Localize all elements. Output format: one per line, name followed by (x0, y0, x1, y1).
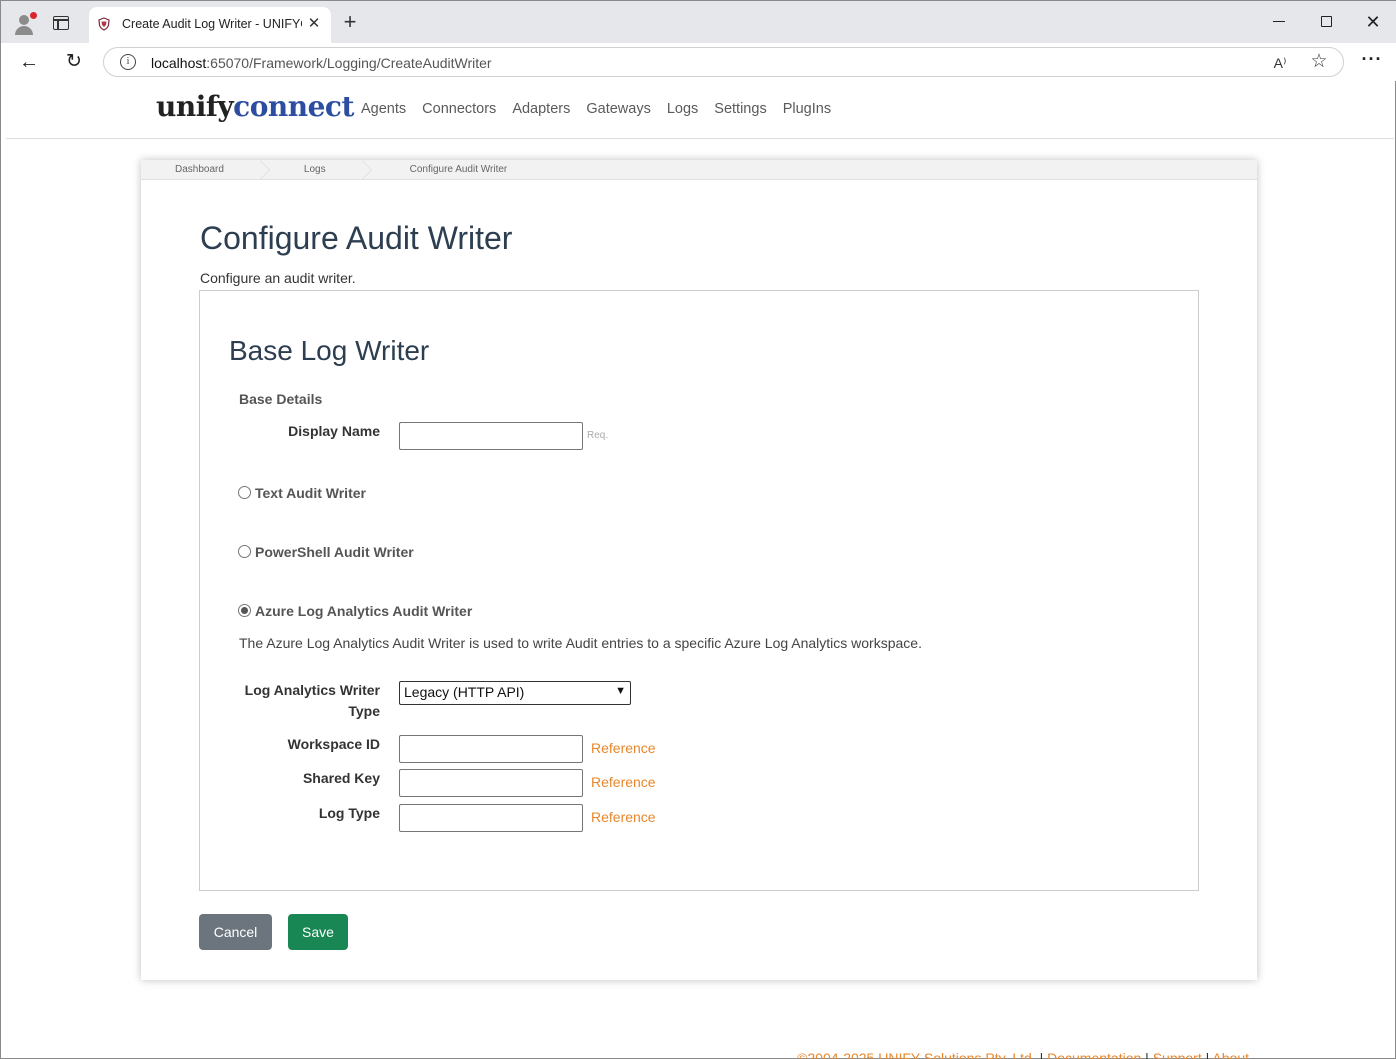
maximize-icon[interactable] (1321, 16, 1332, 27)
log-type-input[interactable] (399, 804, 583, 832)
tab-title: Create Audit Log Writer - UNIFYC (122, 17, 302, 31)
browser-window: Create Audit Log Writer - UNIFYC ✕ + ✕ ←… (0, 0, 1396, 1059)
workspace-id-input[interactable] (399, 735, 583, 763)
notification-dot-icon (30, 12, 37, 19)
breadcrumb-logs[interactable]: Logs (270, 160, 326, 179)
content-area: Dashboard Logs Configure Audit Writer Co… (6, 140, 1394, 1059)
nav-gateways[interactable]: Gateways (586, 101, 650, 117)
page-footer: ©2004-2025 UNIFY Solutions Pty. Ltd. | D… (797, 1050, 1249, 1059)
browser-tab-active[interactable]: Create Audit Log Writer - UNIFYC ✕ (89, 7, 331, 43)
breadcrumb-separator-icon (360, 160, 372, 180)
nav-connectors[interactable]: Connectors (422, 101, 496, 117)
workspace-id-reference-link[interactable]: Reference (591, 740, 656, 756)
unifyconnect-logo[interactable]: unifyconnect (156, 90, 354, 123)
site-info-icon[interactable]: i (120, 54, 136, 70)
main-nav: Agents Connectors Adapters Gateways Logs… (361, 101, 847, 117)
address-url[interactable]: localhost:65070/Framework/Logging/Create… (151, 55, 492, 71)
tab-actions-icon[interactable] (53, 16, 69, 30)
favorite-star-icon[interactable]: ☆ (1309, 52, 1329, 72)
main-card: Dashboard Logs Configure Audit Writer Co… (141, 160, 1257, 980)
shared-key-reference-link[interactable]: Reference (591, 774, 656, 790)
cancel-button[interactable]: Cancel (199, 914, 272, 950)
nav-agents[interactable]: Agents (361, 101, 406, 117)
tab-close-icon[interactable]: ✕ (305, 15, 323, 33)
page-subtitle: Configure an audit writer. (200, 270, 356, 286)
required-hint: Req. (587, 430, 609, 441)
radio-text-writer[interactable]: Text Audit Writer (238, 485, 366, 501)
breadcrumb: Dashboard Logs Configure Audit Writer (141, 160, 1257, 180)
writer-form: Base Log Writer Base Details Display Nam… (199, 290, 1199, 891)
display-name-input[interactable] (399, 422, 583, 450)
profile-icon[interactable] (11, 10, 37, 36)
radio-button-checked[interactable] (238, 603, 251, 617)
nav-plugins[interactable]: PlugIns (783, 101, 831, 117)
nav-settings[interactable]: Settings (714, 101, 766, 117)
browser-titlebar: Create Audit Log Writer - UNIFYC ✕ + ✕ (1, 1, 1396, 43)
breadcrumb-dashboard[interactable]: Dashboard (141, 160, 224, 179)
documentation-link[interactable]: Documentation (1047, 1050, 1141, 1059)
radio-button[interactable] (238, 544, 251, 558)
nav-logs[interactable]: Logs (667, 101, 698, 117)
copyright-text: ©2004-2025 UNIFY Solutions Pty. Ltd. (797, 1050, 1036, 1059)
group-label: Base Details (239, 391, 323, 407)
about-link[interactable]: About (1212, 1050, 1249, 1059)
writer-type-label: Log Analytics Writer Type (244, 682, 380, 719)
section-title: Base Log Writer (229, 335, 430, 366)
display-name-label: Display Name (288, 423, 380, 439)
footer-separator: | (1039, 1050, 1044, 1059)
writer-type-select[interactable]: Legacy (HTTP API) ▼ (399, 681, 631, 705)
radio-azure-writer[interactable]: Azure Log Analytics Audit Writer (238, 603, 472, 619)
support-link[interactable]: Support (1153, 1050, 1202, 1059)
nav-adapters[interactable]: Adapters (512, 101, 570, 117)
refresh-icon[interactable]: ↻ (63, 51, 85, 73)
log-type-label: Log Type (318, 805, 380, 821)
read-aloud-icon[interactable]: A⁾ (1270, 54, 1290, 72)
log-type-reference-link[interactable]: Reference (591, 809, 656, 825)
window-close-icon[interactable]: ✕ (1363, 10, 1383, 34)
breadcrumb-separator-icon (258, 160, 270, 180)
writer-type-selected: Legacy (HTTP API) (404, 684, 525, 700)
breadcrumb-current: Configure Audit Writer (409, 164, 508, 175)
address-bar[interactable]: i localhost:65070/Framework/Logging/Crea… (103, 47, 1344, 77)
page-viewport: unifyconnect Agents Connectors Adapters … (6, 81, 1394, 1059)
footer-separator: | (1145, 1050, 1149, 1059)
radio-button[interactable] (238, 485, 251, 499)
chevron-down-icon: ▼ (615, 685, 626, 697)
site-navbar: unifyconnect Agents Connectors Adapters … (6, 81, 1394, 139)
writer-description: The Azure Log Analytics Audit Writer is … (239, 635, 922, 651)
footer-separator: | (1205, 1050, 1210, 1059)
workspace-id-label: Workspace ID (287, 736, 380, 752)
minimize-icon[interactable] (1273, 21, 1285, 23)
new-tab-icon[interactable]: + (340, 11, 360, 33)
browser-toolbar: ← ↻ i localhost:65070/Framework/Logging/… (1, 43, 1396, 81)
unify-favicon-icon (98, 17, 110, 31)
radio-powershell-writer[interactable]: PowerShell Audit Writer (238, 544, 414, 560)
shared-key-input[interactable] (399, 769, 583, 797)
save-button[interactable]: Save (288, 914, 348, 950)
more-options-icon[interactable]: ··· (1361, 50, 1383, 71)
page-title: Configure Audit Writer (200, 220, 513, 256)
back-arrow-icon[interactable]: ← (18, 51, 40, 73)
shared-key-label: Shared Key (302, 770, 380, 786)
